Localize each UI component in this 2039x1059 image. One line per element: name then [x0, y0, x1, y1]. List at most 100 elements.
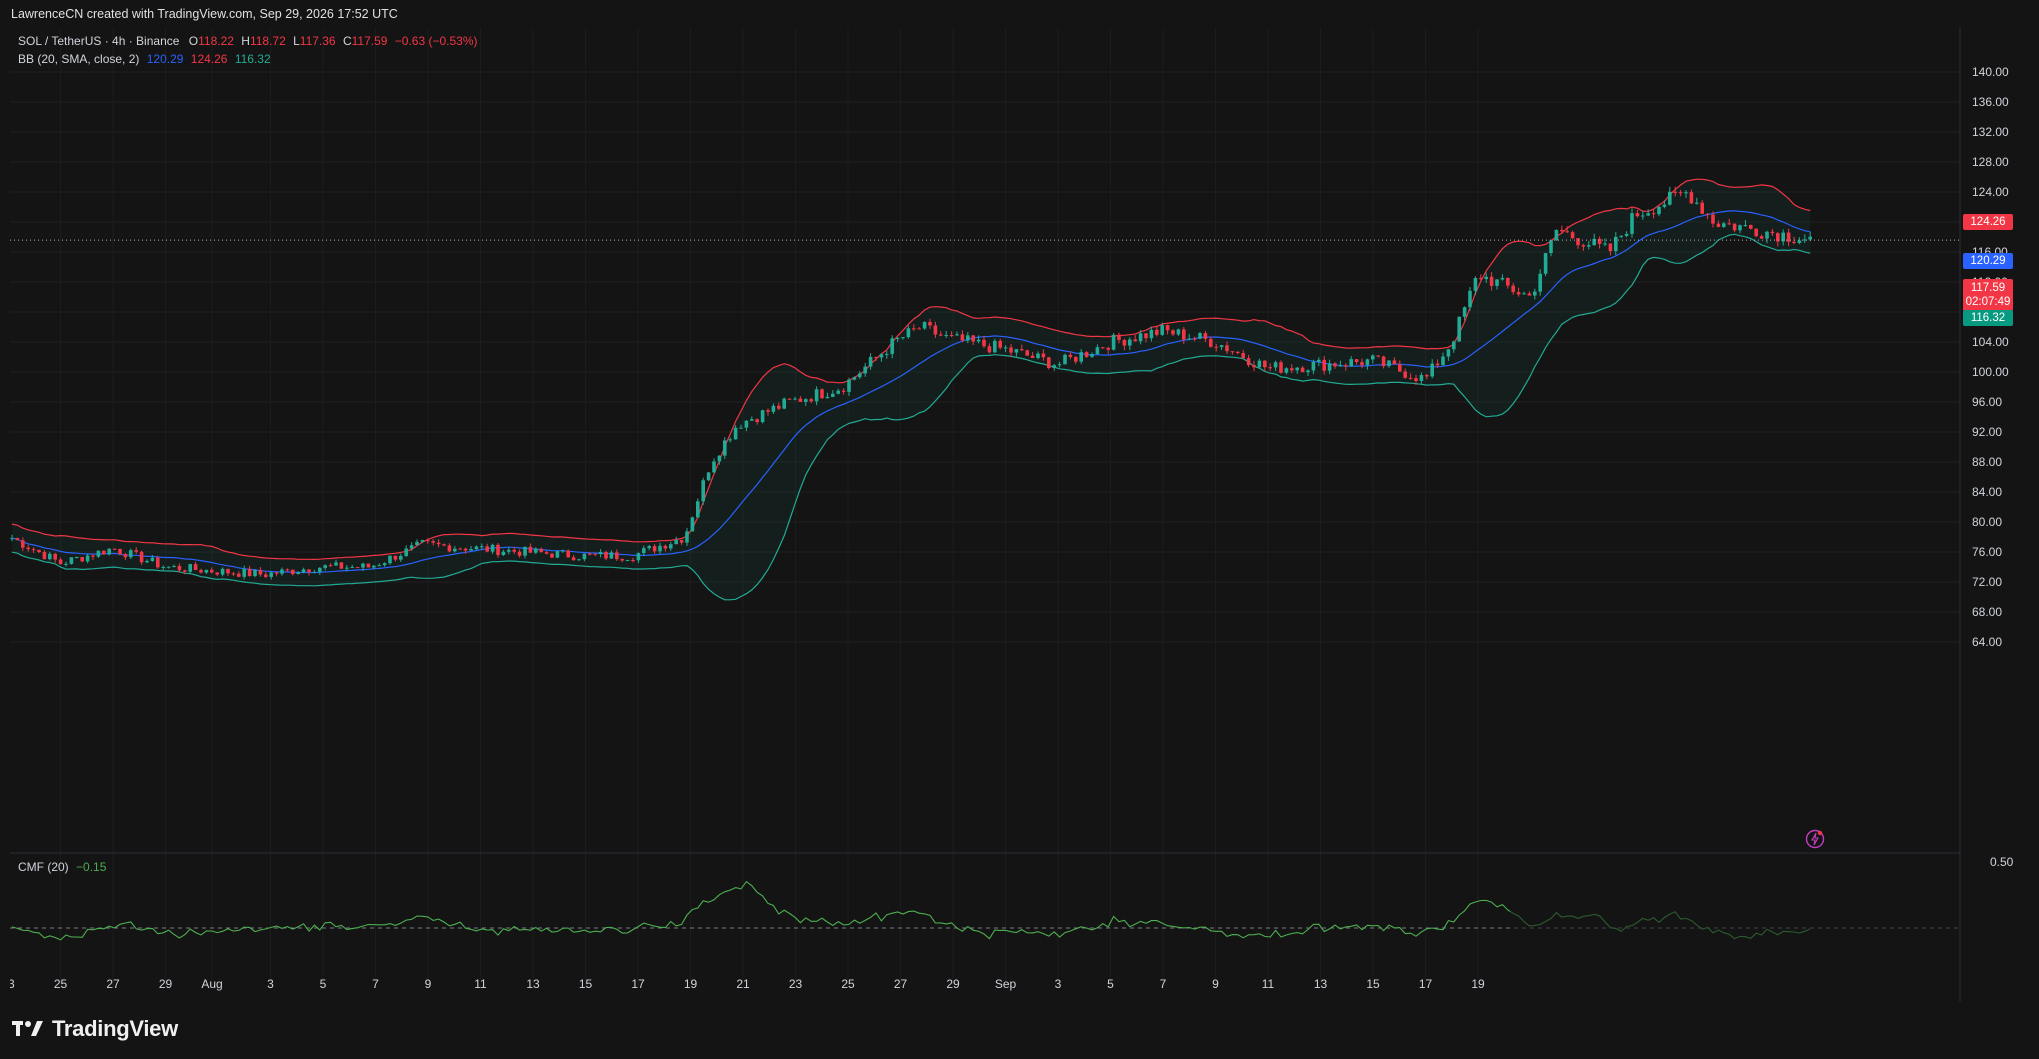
candle-body: [31, 549, 36, 551]
candle-body: [669, 544, 673, 549]
candle-body: [1425, 375, 1429, 377]
candle-body: [1111, 334, 1116, 350]
candle-body: [80, 556, 84, 562]
candle-body: [609, 552, 614, 559]
candle-body: [1365, 359, 1370, 366]
candle-body: [1624, 233, 1629, 236]
candle-body: [1354, 359, 1359, 363]
time-tick-label: 15: [1366, 977, 1380, 991]
candle-body: [382, 563, 387, 566]
candle-body: [307, 569, 311, 573]
chart-area[interactable]: 140.00136.00132.00128.00124.00120.00116.…: [10, 28, 2039, 1002]
candle-body: [269, 572, 273, 577]
candle-body: [447, 545, 452, 552]
tradingview-logo[interactable]: TradingView: [12, 1016, 178, 1042]
candle-body: [237, 573, 241, 577]
candle-body: [960, 334, 965, 341]
symbol-legend[interactable]: SOL / TetherUS · 4h · Binance O118.22 H1…: [18, 34, 478, 48]
candle-body: [685, 531, 689, 543]
price-tick-label: 88.00: [1972, 455, 2002, 469]
candle-body: [123, 554, 128, 558]
candle-body: [1306, 370, 1310, 373]
close-label: C: [342, 34, 352, 48]
candle-body: [1657, 206, 1661, 215]
candle-body: [566, 550, 570, 558]
bb-basis-value: 120.29: [146, 52, 184, 66]
candle-body: [1344, 365, 1348, 367]
candle-body: [361, 563, 365, 568]
candle-body: [1533, 291, 1537, 296]
candle-body: [1468, 290, 1472, 308]
cmf-label[interactable]: CMF (20): [18, 860, 69, 874]
candle-body: [1743, 225, 1748, 227]
candle-body: [118, 548, 122, 555]
candle-body: [739, 427, 743, 429]
candle-body: [1036, 353, 1040, 359]
price-tick-label: 100.00: [1972, 365, 2009, 379]
candle-body: [399, 555, 403, 560]
candle-body: [204, 569, 209, 573]
candle-body: [1057, 364, 1062, 366]
candle-body: [1776, 233, 1780, 242]
candle-body: [523, 546, 527, 556]
candle-body: [490, 544, 495, 552]
candle-body: [1549, 240, 1553, 254]
time-tick-label: 5: [1107, 977, 1114, 991]
open-value: 118.22: [198, 34, 234, 48]
candle-body: [112, 548, 117, 550]
candle-body: [1500, 278, 1505, 280]
candle-body: [210, 569, 214, 573]
lightning-alert-icon[interactable]: [1805, 829, 1825, 849]
candle-body: [129, 550, 133, 558]
candle-body: [1452, 341, 1456, 350]
chart-background: [10, 28, 2039, 1002]
candle-body: [1030, 355, 1035, 359]
cmf-value: −0.15: [76, 860, 107, 874]
candle-body: [901, 337, 905, 339]
candle-body: [334, 562, 338, 566]
candle-body: [139, 551, 144, 563]
candle-body: [1786, 232, 1791, 242]
candle-body: [183, 570, 187, 572]
candle-body: [1241, 353, 1245, 359]
candle-body: [247, 568, 252, 577]
candle-body: [1554, 229, 1559, 241]
candle-body: [507, 549, 511, 552]
candle-body: [1295, 367, 1299, 371]
candle-body: [625, 560, 630, 562]
time-tick-label: 13: [526, 977, 540, 991]
cmf-legend[interactable]: CMF (20) −0.15: [18, 860, 106, 874]
top-bar: LawrenceCN created with TradingView.com,…: [0, 0, 2039, 28]
credit-text: LawrenceCN created with TradingView.com,…: [11, 7, 398, 21]
candle-body: [1327, 363, 1332, 371]
bar-countdown: 02:07:49: [1965, 296, 2011, 308]
candle-body: [231, 573, 236, 575]
candle-body: [1003, 347, 1008, 349]
candle-body: [345, 567, 349, 569]
candle-body: [1527, 293, 1532, 296]
candle-body: [458, 548, 462, 550]
candle-body: [1263, 360, 1267, 368]
candle-body: [1635, 213, 1640, 217]
candle-body: [1684, 192, 1688, 194]
candle-body: [1209, 338, 1213, 347]
candle-body: [1392, 360, 1397, 365]
candle-body: [1101, 347, 1105, 349]
candle-body: [75, 556, 79, 558]
candle-body: [485, 546, 489, 552]
candle-body: [955, 334, 959, 336]
candle-body: [1808, 236, 1812, 240]
symbol-name[interactable]: SOL / TetherUS · 4h · Binance: [18, 34, 179, 48]
candle-body: [318, 567, 322, 572]
bb-legend[interactable]: BB (20, SMA, close, 2) 120.29 124.26 116…: [18, 52, 271, 66]
price-chart[interactable]: 140.00136.00132.00128.00124.00120.00116.…: [10, 28, 2039, 1002]
candle-body: [517, 551, 522, 556]
candle-body: [1581, 245, 1586, 247]
candle-body: [814, 389, 819, 402]
candle-body: [1144, 333, 1148, 339]
candle-body: [1182, 329, 1186, 340]
candle-body: [58, 559, 63, 565]
time-tick-label: 9: [1212, 977, 1219, 991]
bb-label[interactable]: BB (20, SMA, close, 2): [18, 52, 139, 66]
candle-body: [1522, 293, 1526, 295]
